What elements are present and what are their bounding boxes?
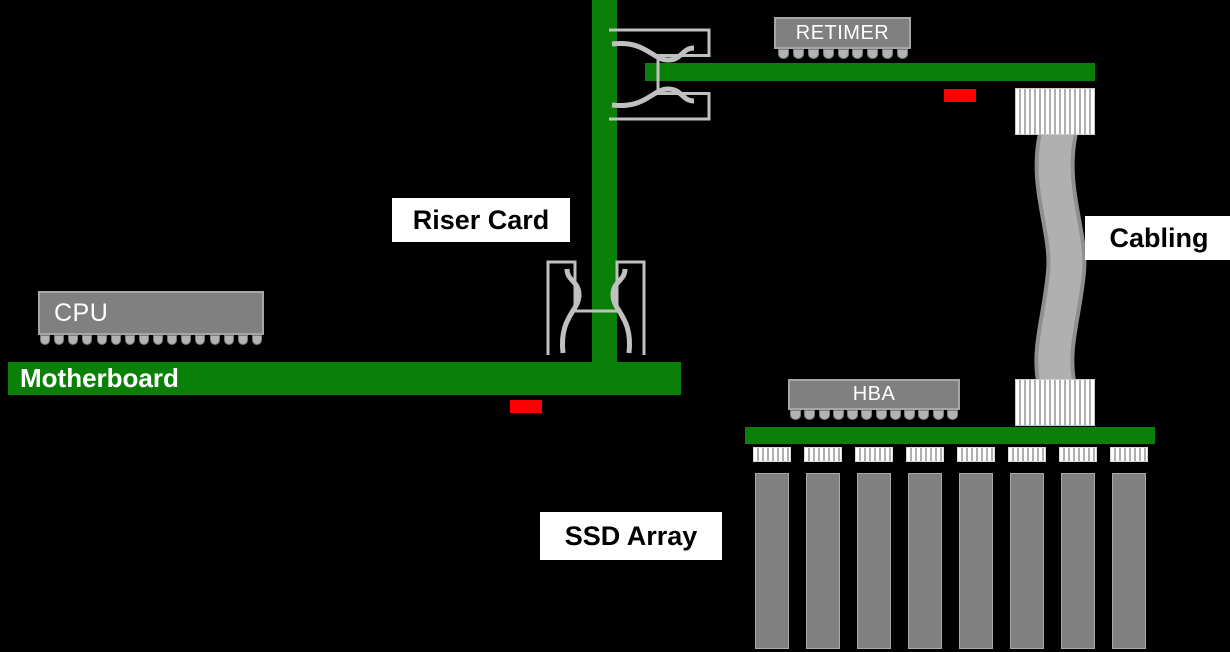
riser-slot-horizontal-path <box>611 40 695 63</box>
cpu-pin <box>54 335 65 345</box>
riser-slot-horizontal-graphic <box>609 28 711 121</box>
riser-slot-horizontal <box>608 27 712 122</box>
motherboard-label: Motherboard <box>20 363 179 393</box>
ssd-slot-connector <box>957 447 995 462</box>
ssd-slot-connector <box>1008 447 1046 462</box>
retimer-pin <box>882 49 894 59</box>
hba-pin <box>875 410 887 420</box>
cpu-pin <box>251 335 262 345</box>
retimer-pin <box>837 49 849 59</box>
ssd-drive <box>1112 473 1146 649</box>
cpu-pin <box>82 335 93 345</box>
hba: HBA <box>788 379 960 410</box>
hba-pin <box>790 410 801 420</box>
ssd-slot-connector <box>1059 447 1097 462</box>
ssd-drive <box>1010 473 1044 649</box>
retimer-pin <box>778 49 789 59</box>
cpu-pin <box>237 335 248 345</box>
callout-riser-card: Riser Card <box>392 198 570 242</box>
marker-retimer <box>944 89 976 102</box>
callout-riser-card-label: Riser Card <box>412 204 550 235</box>
hba-pin <box>946 410 958 420</box>
cpu-pin <box>124 335 135 345</box>
cable-connector-top <box>1015 88 1095 135</box>
ssd-slot-connector <box>1110 447 1148 462</box>
backplane <box>745 427 1155 444</box>
cpu-pin <box>68 335 79 345</box>
cpu-label: CPU <box>54 298 109 327</box>
cpu-pin <box>181 335 192 345</box>
cpu-pin <box>138 335 149 345</box>
hba-pin <box>918 410 930 420</box>
cable-path <box>1034 131 1087 383</box>
hba-pin-row <box>790 410 958 421</box>
cable-graphic <box>1034 131 1087 383</box>
retimer-card <box>645 63 1095 81</box>
retimer-pin <box>822 49 834 59</box>
hba-pin <box>818 410 830 420</box>
riser-slot-vertical <box>545 259 647 357</box>
hba-pin <box>861 410 873 420</box>
hba-pin <box>904 410 916 420</box>
hba-label: HBA <box>852 383 896 405</box>
hba-pin <box>847 410 859 420</box>
retimer-label: RETIMER <box>795 21 890 44</box>
diagram-canvas: Motherboard CPU RETIMER HBA Riser Card Cabl… <box>0 0 1230 652</box>
retimer-pin <box>807 49 819 59</box>
cpu-pin <box>40 335 50 345</box>
retimer: RETIMER <box>774 17 911 49</box>
retimer-pin <box>867 49 879 59</box>
retimer-pin <box>792 49 804 59</box>
ssd-drive <box>908 473 942 649</box>
riser-slot-horizontal-path <box>611 86 695 109</box>
callout-ssd-array: SSD Array <box>540 512 722 560</box>
cpu-pin-row <box>40 335 262 346</box>
hba-pin <box>932 410 944 420</box>
cable-connector-bottom <box>1015 379 1095 426</box>
ssd-slot-connector <box>753 447 791 462</box>
hba-pin <box>889 410 901 420</box>
marker-motherboard <box>510 400 542 413</box>
ssd-slot-connector <box>855 447 893 462</box>
hba-pin <box>804 410 816 420</box>
ssd-drive <box>959 473 993 649</box>
retimer-pin-row <box>778 49 908 60</box>
cpu-pin <box>209 335 220 345</box>
riser-slot-vertical-graphic <box>546 260 646 355</box>
callout-cabling: Cabling <box>1085 216 1230 260</box>
cpu-pin <box>167 335 178 345</box>
ssd-drive <box>755 473 789 649</box>
motherboard: Motherboard <box>8 362 681 395</box>
ssd-slot-connector <box>804 447 842 462</box>
interconnect-cable <box>1022 131 1088 383</box>
ssd-drive <box>806 473 840 649</box>
cpu: CPU <box>38 291 264 335</box>
cpu-pin <box>110 335 121 345</box>
callout-cabling-label: Cabling <box>1109 222 1209 253</box>
ssd-slot-connector <box>906 447 944 462</box>
cpu-pin <box>223 335 234 345</box>
ssd-drive <box>1061 473 1095 649</box>
cpu-pin <box>153 335 163 345</box>
cpu-pin <box>96 335 107 345</box>
retimer-pin <box>897 49 908 59</box>
callout-ssd-array-label: SSD Array <box>564 520 698 551</box>
retimer-pin <box>852 49 864 59</box>
hba-pin <box>832 410 844 420</box>
ssd-drive <box>857 473 891 649</box>
cpu-pin <box>195 335 206 345</box>
